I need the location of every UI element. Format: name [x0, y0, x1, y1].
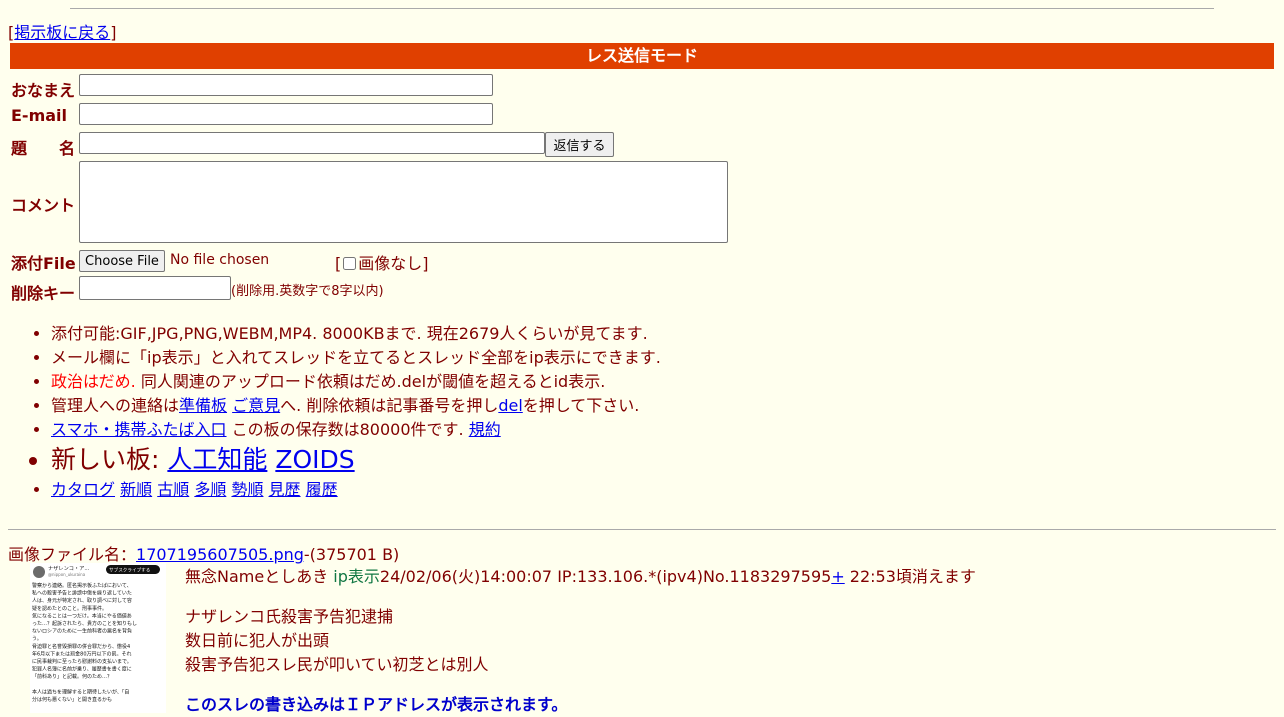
tweet-account-name: ナザレンコ・ア... [48, 565, 90, 572]
post-header: 無念Nameとしあき ip表示24/02/06(火)14:00:07 IP:13… [185, 567, 976, 586]
tweet-text-line: 脅迫罪と名誉毀損罪の併合罪だから、懲役4 [32, 643, 130, 650]
tweet-text-line: った…？起訴されたら、貴方のことを知りもし [32, 620, 137, 627]
avatar-icon [33, 566, 45, 578]
post-line: ナザレンコ氏殺害予告犯逮捕 [185, 607, 394, 626]
tweet-screenshot-image: ナザレンコ・ア... @nippon_ukuraina サブスクライブする 警察… [30, 563, 166, 713]
del-link[interactable]: del [498, 396, 522, 415]
ip-notice: このスレの書き込みはＩＰアドレスが表示されます。 [185, 695, 568, 714]
rule-mobile: スマホ・携帯ふたば入口 この板の保存数は80000件です. 規約 [51, 418, 661, 442]
post-thumbnail[interactable]: ナザレンコ・ア... @nippon_ukuraina サブスクライブする 警察… [30, 563, 166, 713]
name-label: おなまえ [11, 81, 76, 100]
sort-new-link[interactable]: 新順 [120, 480, 152, 499]
rule-ip-display: メール欄に「ip表示」と入れてスレッドを立てるとスレッド全部をip表示にできます… [51, 346, 661, 370]
tweet-text-line: 疑を認めたとのこと。刑事事件。 [32, 605, 107, 612]
image-file-info: 画像ファイル名：1707195607505.png-(375701 B) [8, 545, 400, 564]
email-label: E-mail [11, 106, 68, 125]
prep-board-link[interactable]: 準備板 [179, 396, 227, 415]
tweet-text-line: 気になることは一つだけ。本当にやる価値あ [32, 612, 132, 619]
tweet-text-line: 分は何も悪くない」と開き直るかも [32, 696, 112, 703]
name-input[interactable] [79, 74, 493, 96]
tweet-handle: @nippon_ukuraina [48, 572, 86, 577]
sort-many-link[interactable]: 多順 [194, 480, 226, 499]
ai-board-link[interactable]: 人工知能 [167, 445, 267, 474]
tweet-subscribe: サブスクライブする [109, 566, 150, 573]
post-line: 殺害予告犯スレ民が叩いてい初芝とは別人 [185, 655, 489, 674]
reply-mode-header: レス送信モード [10, 43, 1274, 69]
subject-label: 題 名 [11, 139, 76, 158]
thread-divider [8, 529, 1276, 530]
board-rules-list: 添付可能:GIF,JPG,PNG,WEBM,MP4. 8000KBまで. 現在2… [27, 322, 661, 502]
tweet-text-line: に民事裁判に至ったら慰謝料の支払いまで。 [32, 658, 132, 665]
zoids-board-link[interactable]: ZOIDS [275, 445, 354, 474]
sort-old-link[interactable]: 古順 [157, 480, 189, 499]
mobile-entry-link[interactable]: スマホ・携帯ふたば入口 [51, 420, 227, 439]
choose-file-button[interactable]: Choose File [79, 250, 165, 272]
tweet-text-line: 犯罪人名簿に名前が乗り、履歴書を書く度に [32, 666, 132, 673]
viewed-history-link[interactable]: 見歴 [269, 480, 301, 499]
image-file-link[interactable]: 1707195607505.png [136, 545, 304, 564]
rule-politics: 政治はだめ. 同人関連のアップロード依頼はだめ.delが閾値を超えるとid表示. [51, 370, 661, 394]
tweet-text-line: ないロシアのために一生前科者の悪名を背負 [32, 628, 132, 635]
delete-key-note: (削除用.英数字で8字以内) [231, 284, 384, 299]
back-nav: [掲示板に戻る] [8, 23, 117, 42]
catalog-link[interactable]: カタログ [51, 480, 115, 499]
tweet-text-line: 本人は過ちを理解すると期待したいが、「自 [32, 688, 129, 695]
rule-contact: 管理人への連絡は準備板 ご意見へ. 削除依頼は記事番号を押しdelを押して下さい… [51, 394, 661, 418]
sort-momentum-link[interactable]: 勢順 [231, 480, 263, 499]
delete-key-input[interactable] [79, 276, 231, 300]
post-line: 数日前に犯人が出頭 [185, 631, 330, 650]
comment-label: コメント [11, 196, 76, 215]
no-file-chosen-text: No file chosen [170, 252, 270, 268]
rule-upload-limits: 添付可能:GIF,JPG,PNG,WEBM,MP4. 8000KBまで. 現在2… [51, 322, 661, 346]
no-image-checkbox[interactable] [343, 257, 357, 270]
no-image-option: [画像なし] [335, 254, 429, 273]
post-body: 無念Nameとしあき ip表示24/02/06(火)14:00:07 IP:13… [185, 565, 1235, 717]
delete-key-label: 削除キー [11, 284, 76, 303]
tweet-text-line: 私への殺害予告と誹謗中傷を繰り返していた [32, 590, 132, 597]
tweet-text-line: 「前科あり」と記載。何のため…？ [32, 673, 112, 680]
new-boards: 新しい板: 人工知能 ZOIDS [51, 442, 661, 478]
feedback-link[interactable]: ご意見 [232, 396, 280, 415]
email-input[interactable] [79, 103, 493, 125]
submit-reply-button[interactable]: 返信する [545, 132, 614, 157]
file-label: 添付File [11, 254, 76, 273]
tweet-text-line: う。 [32, 636, 42, 642]
subject-input[interactable] [79, 132, 545, 154]
back-to-board-link[interactable]: 掲示板に戻る [14, 23, 110, 42]
sort-links: カタログ 新順 古順 多順 勢順 見歴 履歴 [51, 478, 661, 502]
tweet-text-line: 年6月以下または罰金80万円以下の罰。それ [32, 650, 132, 657]
reply-plus-link[interactable]: + [831, 567, 844, 586]
tweet-text-line: 警察から連絡。匿名掲示板ふたばにおいて、 [32, 582, 132, 589]
top-divider [70, 8, 1214, 9]
tweet-text-line: 人は、身元が特定され、取り調べに対して容 [32, 597, 132, 604]
post-history-link[interactable]: 履歴 [306, 480, 338, 499]
ip-tag: ip表示 [333, 567, 380, 586]
comment-textarea[interactable] [79, 161, 728, 243]
terms-link[interactable]: 規約 [469, 420, 501, 439]
